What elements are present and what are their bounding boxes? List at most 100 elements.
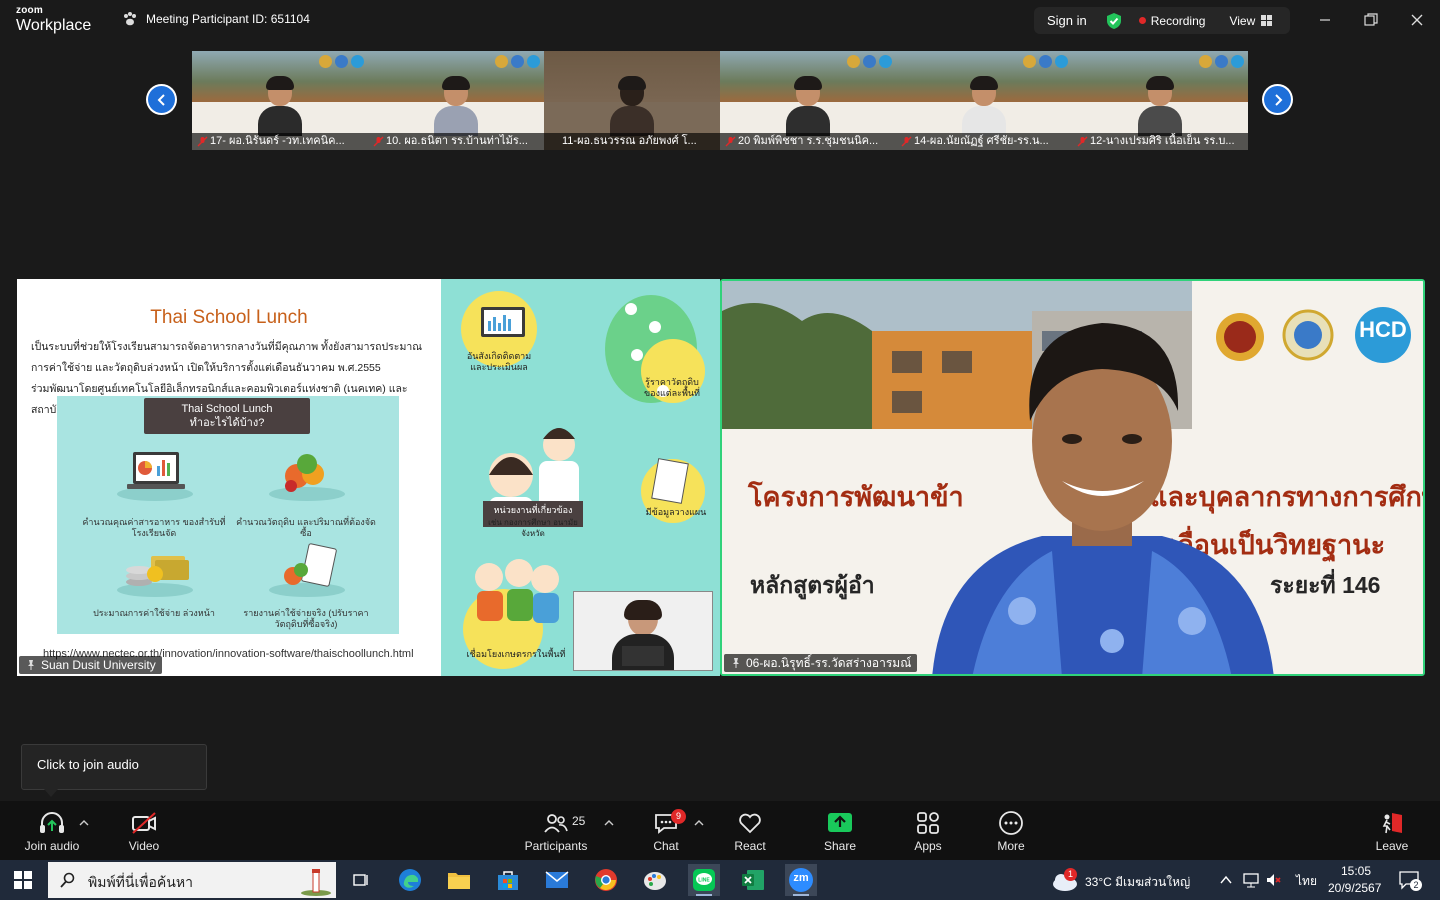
shared-screen-tile[interactable]: Thai School Lunch เป็นระบบที่ช่วยให้โรงเ… — [17, 279, 720, 676]
leave-button[interactable]: Leave — [1356, 809, 1428, 857]
muted-mic-icon — [901, 136, 912, 147]
chevron-right-icon — [1264, 86, 1291, 113]
chevron-left-icon — [148, 86, 175, 113]
folder-icon — [448, 873, 470, 889]
paint-app-button[interactable] — [639, 864, 671, 896]
meeting-toolbar: Join audio Video Participants 25 Chat 9 … — [0, 801, 1440, 860]
view-button[interactable]: View — [1229, 14, 1273, 28]
more-button[interactable]: More — [975, 809, 1047, 857]
participant-video-figure — [786, 76, 830, 136]
chat-unread-badge: 9 — [671, 809, 686, 824]
sign-in-button[interactable]: Sign in — [1047, 13, 1087, 28]
edge-app-button[interactable] — [394, 864, 426, 896]
join-audio-tooltip: Click to join audio — [21, 744, 207, 790]
hcd-logo-text: HCD — [1359, 317, 1407, 342]
windows-start-icon[interactable] — [14, 871, 32, 889]
participants-options-caret-icon[interactable] — [603, 817, 615, 829]
participant-thumbnail[interactable]: 17- ผอ.นิรันดร์ -วท.เทคนิค... — [192, 51, 368, 150]
taskbar-search-box[interactable]: พิมพ์ที่นี่เพื่อค้นหา — [48, 862, 336, 898]
features-panel: Thai School Lunch ทำอะไรได้บ้าง? คำนวณคุ… — [57, 396, 399, 634]
lighthouse-icon — [301, 869, 331, 896]
caption-agencies: หน่วยงานที่เกี่ยวข้อง — [493, 505, 573, 515]
pin-icon — [28, 660, 34, 670]
restore-icon[interactable] — [1362, 11, 1380, 29]
leave-label: Leave — [1375, 839, 1409, 853]
store-app-button[interactable] — [492, 864, 524, 896]
panel-heading-line1: Thai School Lunch — [181, 403, 273, 415]
zoom-window: zoom Workplace Meeting Participant ID: 6… — [0, 0, 1440, 900]
participants-count: 25 — [572, 814, 586, 828]
chat-options-caret-icon[interactable] — [693, 817, 705, 829]
feature-ingredients: คำนวณวัตถุดิบ และปริมาณที่ต้องจัดซื้อ — [236, 517, 376, 538]
minimize-icon[interactable] — [1316, 11, 1334, 29]
previous-page-button[interactable] — [146, 84, 177, 115]
store-icon — [498, 871, 518, 890]
participant-video-figure — [962, 76, 1006, 136]
react-button[interactable]: React — [714, 809, 786, 857]
security-shield-icon[interactable] — [1105, 12, 1123, 30]
active-speaker-tile[interactable]: HCD โครงการพัฒนาข้า และบุคลากรทางการศึกษ… — [720, 279, 1425, 676]
panel-heading-line2: ทำอะไรได้บ้าง? — [189, 417, 265, 429]
meeting-participant-id: Meeting Participant ID: 651104 — [122, 11, 310, 27]
task-view-button[interactable] — [345, 864, 377, 896]
caption-map: รู้ราคาวัตถุดิบ ของแต่ละพื้นที่ — [644, 377, 700, 398]
next-page-button[interactable] — [1262, 84, 1293, 115]
heart-icon — [739, 813, 761, 834]
report-clipboard-icon — [269, 543, 345, 597]
participant-name: 11-ผอ.ธนวรรณ อภัยพงศ์ โ... — [544, 133, 720, 150]
tray-chevron-up-icon[interactable] — [1219, 873, 1233, 887]
video-label: Video — [128, 839, 160, 853]
audio-options-caret-icon[interactable] — [78, 817, 90, 829]
caption-monitor: อันสังเกิดติดตาม และประเมินผล — [466, 351, 532, 372]
input-language-indicator[interactable]: ไทย — [1296, 872, 1317, 891]
line-chat-icon: LINE — [693, 869, 715, 891]
feature-actual-cost: รายงานค่าใช้จ่ายจริง (ปรับราคาวัตถุดิบที… — [243, 608, 369, 629]
caption-agencies-sub: เช่น กองการศึกษา อนามัยจังหวัด — [488, 518, 578, 538]
feature-nutrition: คำนวณคุณค่าสารอาหาร ของสำรับที่โรงเรียนจ… — [82, 517, 226, 538]
participant-thumbnail[interactable]: 10. ผอ.ธนิตา รร.บ้านท่าไม้ร... — [368, 51, 544, 150]
active-speaker-name: 06-ผอ.นิรุทธิ์-รร.วัดสร่างอารมณ์ — [746, 656, 912, 670]
participant-thumbnail[interactable]: 14-ผอ.นัยณัฏฐ์ ศรีชัย-รร.น... — [896, 51, 1072, 150]
line-app-button[interactable]: LINE — [688, 864, 720, 896]
file-explorer-button[interactable] — [443, 864, 475, 896]
zoom-app-button[interactable]: zm — [785, 864, 817, 896]
participants-icon — [544, 814, 568, 833]
more-icon — [999, 811, 1023, 835]
chat-button[interactable]: Chat — [630, 809, 702, 857]
muted-mic-icon — [725, 136, 736, 147]
paint-palette-icon — [644, 872, 666, 890]
participant-name: 12-นางเปรมศิริ เนื้อเย็น รร.บ... — [1072, 133, 1248, 150]
apps-button[interactable]: Apps — [892, 809, 964, 857]
recording-label[interactable]: Recording — [1151, 14, 1206, 28]
participant-thumbnail[interactable]: 11-ผอ.ธนวรรณ อภัยพงศ์ โ... — [544, 51, 720, 150]
participant-thumbnail[interactable]: 20 พิมพ์พิชชา ร.ร.ชุมชนนิค... — [720, 51, 896, 150]
caption-connect: เชื่อมโยงเกษตรกรในพื้นที่ — [466, 649, 566, 659]
muted-mic-icon — [197, 136, 208, 147]
pin-icon — [733, 658, 739, 668]
participant-name: 20 พิมพ์พิชชา ร.ร.ชุมชนนิค... — [720, 133, 896, 150]
participant-name: 17- ผอ.นิรันดร์ -วท.เทคนิค... — [192, 133, 368, 150]
participant-video-figure — [610, 76, 654, 136]
chrome-app-button[interactable] — [590, 864, 622, 896]
clock-date[interactable]: 20/9/2567 — [1328, 881, 1381, 895]
volume-muted-icon[interactable] — [1265, 872, 1283, 888]
headphones-icon — [40, 812, 64, 833]
video-off-icon — [132, 812, 156, 834]
clock-time[interactable]: 15:05 — [1341, 864, 1371, 878]
search-placeholder: พิมพ์ที่นี่เพื่อค้นหา — [88, 874, 193, 890]
zoom-app-label: zm — [793, 872, 809, 884]
participant-name: 14-ผอ.นัยณัฏฐ์ ศรีชัย-รร.น... — [896, 133, 1072, 150]
more-label: More — [997, 839, 1025, 853]
mail-app-button[interactable] — [541, 864, 573, 896]
banner-course-left: หลักสูตรผู้อำ — [750, 572, 875, 598]
slide-title: Thai School Lunch — [150, 307, 308, 328]
video-button[interactable]: Video — [108, 809, 180, 857]
excel-app-button[interactable] — [737, 864, 769, 896]
join-audio-label: Join audio — [24, 839, 80, 853]
network-icon[interactable] — [1242, 872, 1260, 888]
share-button[interactable]: Share — [804, 809, 876, 857]
participant-thumbnail[interactable]: 12-นางเปรมศิริ เนื้อเย็น รร.บ... — [1072, 51, 1248, 150]
weather-text[interactable]: 33°C มีเมฆส่วนใหญ่ — [1085, 873, 1190, 892]
close-icon[interactable] — [1408, 11, 1426, 29]
muted-mic-icon — [1077, 136, 1088, 147]
